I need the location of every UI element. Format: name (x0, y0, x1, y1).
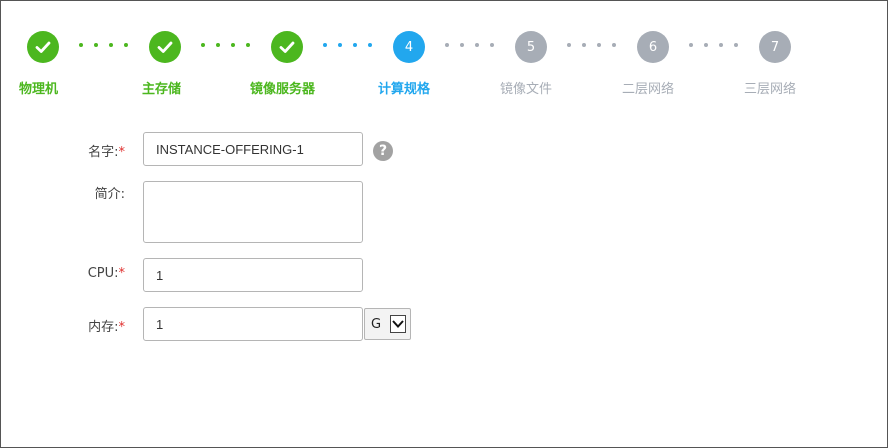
step-6-label: 二层网络 (622, 82, 675, 97)
step-5-number: 5 (526, 39, 536, 55)
required-mark: * (118, 320, 126, 335)
memory-input[interactable] (143, 307, 363, 341)
memory-unit-select[interactable]: G (364, 308, 411, 340)
check-icon (35, 41, 51, 53)
step-3-image-server[interactable] (271, 31, 303, 63)
memory-label: 内存:* (61, 316, 125, 335)
description-label: 简介: (94, 187, 125, 202)
cpu-label-text: CPU: (87, 266, 119, 281)
check-icon (279, 41, 295, 53)
step-7-number: 7 (770, 39, 780, 55)
step-1-physical-machine[interactable] (27, 31, 59, 63)
step-5-image-file[interactable]: 5 (515, 31, 547, 63)
check-icon (157, 41, 173, 53)
step-connector-2 (201, 43, 250, 49)
memory-label-text: 内存: (88, 320, 119, 335)
name-label-text: 名字: (88, 145, 119, 160)
step-connector-5 (567, 43, 616, 49)
name-label: 名字:* (61, 141, 125, 160)
step-1-label: 物理机 (19, 82, 59, 97)
chevron-down-icon (390, 315, 406, 333)
memory-unit-value: G (371, 316, 382, 332)
wizard-panel: 物理机 主存储 镜像服务器 4 计算规格 5 镜像文件 6 二层网络 7 三层网… (0, 0, 888, 448)
step-3-label: 镜像服务器 (250, 82, 316, 97)
description-textarea[interactable] (143, 181, 363, 243)
step-connector-6 (689, 43, 738, 49)
step-6-l2-network[interactable]: 6 (637, 31, 669, 63)
required-mark: * (118, 266, 126, 281)
step-2-label: 主存储 (142, 82, 182, 97)
step-connector-4 (445, 43, 494, 49)
step-4-compute-offering[interactable]: 4 (393, 31, 425, 63)
step-7-l3-network[interactable]: 7 (759, 31, 791, 63)
step-4-number: 4 (404, 39, 414, 55)
name-input[interactable] (143, 132, 363, 166)
step-connector-3 (323, 43, 372, 49)
step-2-primary-storage[interactable] (149, 31, 181, 63)
step-connector-1 (79, 43, 128, 49)
question-circle-icon[interactable]: ? (373, 141, 393, 161)
cpu-input[interactable] (143, 258, 363, 292)
step-7-label: 三层网络 (744, 82, 797, 97)
cpu-label: CPU:* (61, 266, 125, 281)
required-mark: * (118, 145, 126, 160)
step-4-label: 计算规格 (378, 82, 431, 97)
step-5-label: 镜像文件 (500, 82, 553, 97)
step-6-number: 6 (648, 39, 658, 55)
